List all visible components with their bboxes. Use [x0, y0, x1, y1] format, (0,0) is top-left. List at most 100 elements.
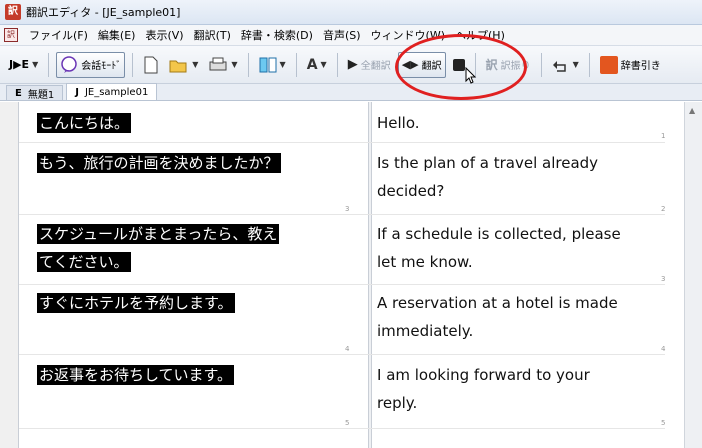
sentence-row: お返事をお待ちしています。 I am looking forward to yo… [19, 355, 665, 429]
toolbar-separator [588, 52, 590, 77]
direction-button[interactable]: J▶E ▼ [6, 52, 41, 78]
line-number: 1 [661, 132, 666, 140]
line-number: 4 [661, 345, 666, 353]
app-icon: 訳 [5, 4, 21, 20]
translate-button[interactable]: ◀▶ 翻訳 [397, 51, 446, 78]
target-line: Is the plan of a travel already [377, 154, 599, 172]
chevron-down-icon: ▼ [32, 60, 39, 69]
menu-edit[interactable]: 編集(E) [93, 27, 141, 43]
open-button[interactable]: ▼ [166, 52, 201, 78]
translate-all-label: 全翻訳 [360, 61, 391, 72]
menu-dictionary[interactable]: 辞書・検索(D) [236, 27, 318, 43]
toolbar-separator [48, 52, 50, 77]
window-title: 翻訳エディタ - [JE_sample01] [26, 6, 181, 19]
source-text[interactable]: こんにちは。 [37, 109, 367, 137]
sentence-row: すぐにホテルを予約します。 A reservation at a hotel i… [19, 285, 665, 355]
speech-mode-label: 会話ﾓｰﾄﾞ [81, 61, 122, 72]
new-page-icon [144, 56, 158, 73]
menu-file[interactable]: ファイル(F) [24, 27, 93, 43]
toolbar-separator [540, 52, 542, 77]
document-icon[interactable]: 訳 [4, 28, 18, 42]
line-number: 3 [661, 275, 666, 283]
menu-help[interactable]: ヘルプ(H) [450, 27, 510, 43]
document-tabs: E 無題1 J JE_sample01 [0, 83, 702, 101]
source-line: もう、旅行の計画を決めましたか？ [37, 153, 281, 173]
dictionary-button[interactable]: 辞書引き [597, 52, 664, 78]
speech-bubble-icon [61, 55, 77, 73]
target-line: decided? [377, 182, 445, 200]
columns-icon [259, 57, 277, 72]
chevron-down-icon: ▼ [192, 60, 199, 69]
target-line: Hello. [377, 114, 420, 132]
parallel-translation-label: 訳振り [500, 61, 531, 72]
source-text[interactable]: お返事をお待ちしています。 [37, 361, 367, 389]
font-button[interactable]: A ▼ [304, 52, 330, 78]
target-text[interactable]: Is the plan of a travel already decided? [377, 149, 667, 205]
dictionary-icon [599, 55, 618, 74]
toolbar-separator [132, 52, 134, 77]
target-text[interactable]: I am looking forward to your reply. [377, 361, 667, 417]
new-document-button[interactable] [140, 52, 162, 78]
editor-gutter [0, 102, 18, 448]
target-text[interactable]: A reservation at a hotel is made immedia… [377, 289, 667, 345]
tab-label: 無題1 [27, 89, 55, 101]
vertical-scrollbar[interactable]: ▲ [684, 102, 702, 448]
undo-icon [552, 60, 566, 72]
printer-icon [209, 57, 227, 70]
stop-icon [452, 58, 465, 71]
play-icon: ▶ [347, 57, 358, 72]
toolbar-separator [336, 52, 338, 77]
translate-play-icon: ◀▶ [401, 58, 419, 71]
print-button[interactable]: ▼ [205, 52, 240, 78]
scroll-up-icon[interactable]: ▲ [689, 106, 695, 115]
menu-view[interactable]: 表示(V) [140, 27, 188, 43]
tab-untitled[interactable]: E 無題1 [6, 85, 64, 101]
line-number: 5 [661, 419, 666, 427]
dictionary-label: 辞書引き [620, 61, 661, 72]
source-line: すぐにホテルを予約します。 [37, 293, 235, 313]
target-text[interactable]: Hello. [377, 109, 667, 137]
undo-button[interactable]: ▼ [549, 52, 582, 78]
target-line: immediately. [377, 322, 474, 340]
translation-editor[interactable]: こんにちは。 Hello. 1 もう、旅行の計画を決めましたか？ Is the … [18, 102, 684, 448]
mouse-pointer-icon [465, 67, 477, 84]
line-number: 5 [345, 419, 350, 427]
sentence-row: こんにちは。 Hello. 1 [19, 102, 665, 143]
menu-speech[interactable]: 音声(S) [318, 27, 366, 43]
source-line: スケジュールがまとまったら、教え [37, 224, 280, 244]
tab-prefix: E [15, 87, 22, 99]
tab-prefix: J [75, 86, 79, 98]
toolbar-separator [247, 52, 249, 77]
source-text[interactable]: スケジュールがまとまったら、教え てください。 [37, 220, 367, 276]
speech-mode-button[interactable]: 会話ﾓｰﾄﾞ [56, 51, 126, 78]
target-line: let me know. [377, 253, 473, 271]
source-text[interactable]: すぐにホテルを予約します。 [37, 289, 367, 317]
font-size-icon: A [306, 56, 318, 73]
direction-label: J▶E [9, 58, 30, 71]
target-text[interactable]: If a schedule is collected, please let m… [377, 220, 667, 276]
source-text[interactable]: もう、旅行の計画を決めましたか？ [37, 149, 367, 177]
layout-button[interactable]: ▼ [256, 52, 289, 78]
target-line: reply. [377, 394, 418, 412]
parallel-translation-button[interactable]: 訳 訳振り [483, 52, 534, 78]
translate-all-button[interactable]: ▶ 全翻訳 [345, 52, 394, 78]
source-line: こんにちは。 [37, 113, 132, 133]
toolbar: J▶E ▼ 会話ﾓｰﾄﾞ ▼ ▼ ▼ A ▼ ▶ 全翻訳 ◀▶ 翻訳 訳 訳振り… [0, 46, 702, 84]
tab-je-sample01[interactable]: J JE_sample01 [66, 83, 158, 100]
target-line: If a schedule is collected, please [377, 225, 621, 243]
menu-translate[interactable]: 翻訳(T) [189, 27, 236, 43]
target-line: I am looking forward to your [377, 366, 590, 384]
chevron-down-icon: ▼ [572, 60, 579, 69]
sentence-row: もう、旅行の計画を決めましたか？ Is the plan of a travel… [19, 143, 665, 215]
toolbar-separator [295, 52, 297, 77]
line-number: 4 [345, 345, 350, 353]
folder-open-icon [169, 60, 187, 72]
chevron-down-icon: ▼ [320, 60, 327, 69]
title-bar: 訳 翻訳エディタ - [JE_sample01] [0, 0, 702, 25]
line-number: 3 [345, 205, 350, 213]
menu-window[interactable]: ウィンドウ(W) [366, 27, 450, 43]
translate-label: 翻訳 [421, 61, 442, 72]
line-number: 2 [661, 205, 666, 213]
target-line: A reservation at a hotel is made [377, 294, 618, 312]
tab-label: JE_sample01 [84, 86, 149, 98]
